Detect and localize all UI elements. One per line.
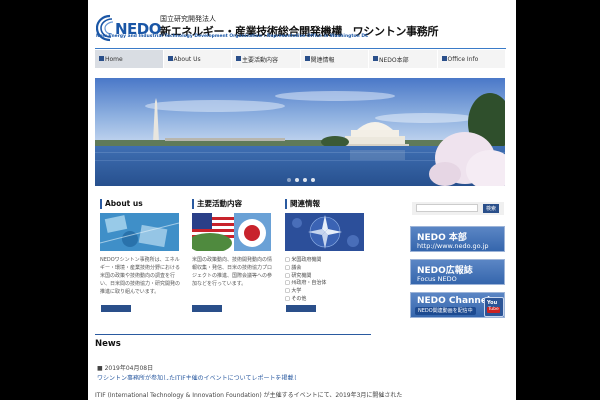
banner-subtitle: http://www.nedo.go.jp: [417, 242, 489, 250]
banner-subtitle: NEDO関連動画を配信中: [415, 307, 476, 315]
related-list-item[interactable]: □ 米国政府機関: [285, 257, 365, 265]
news-date: ■ 2019年04月08日: [97, 365, 154, 372]
site-logo[interactable]: NEDO 国立研究開発法人 新エネルギー・産業技術総合開発機構 ワシントン事務所: [96, 12, 439, 46]
nav-label: NEDO本部: [379, 56, 409, 64]
hero-slideshow[interactable]: [95, 78, 505, 186]
nav-item-nedo-hq[interactable]: NEDO本部: [369, 50, 438, 68]
search-input[interactable]: [416, 204, 478, 212]
related-image[interactable]: [285, 213, 364, 251]
nav-bullet-icon: [304, 56, 310, 61]
news-link[interactable]: ワシントン事務所が参加したITIF主催のイベントについてレポートを掲載しました: [97, 373, 297, 380]
nav-bullet-icon: [373, 56, 378, 61]
nav-item-related[interactable]: 関連情報: [301, 50, 369, 68]
related-title: 関連情報: [285, 199, 365, 209]
activities-more-button[interactable]: [192, 305, 222, 312]
related-more-button[interactable]: [286, 305, 316, 312]
activities-image[interactable]: [192, 213, 271, 251]
activities-text: 米国の政策動向、技術開発動向の情報収集・発信、日米の技術協力プロジェクトの推進、…: [192, 257, 273, 287]
related-list-item[interactable]: □ その他: [285, 296, 365, 304]
main-nav: Home About Us 主要活動内容 関連情報 NEDO本部 Office …: [95, 50, 506, 68]
nav-bullet-icon: [99, 56, 104, 61]
search-button[interactable]: 検索: [483, 204, 499, 213]
about-image[interactable]: [100, 213, 179, 251]
page: NEDO 国立研究開発法人 新エネルギー・産業技術総合開発機構 ワシントン事務所…: [88, 0, 516, 400]
slide-indicators: [287, 178, 315, 182]
search-area: 検索: [412, 202, 504, 215]
nav-label: 関連情報: [310, 56, 335, 64]
about-column: About us NEDOワシントン事務所は、エネルギー・環境・産業技術分野にお…: [100, 199, 180, 296]
activities-column: 主要活動内容 米国の政策動向、技術開発動向の情報収集・発信、日米の技術協力プロジ…: [192, 199, 272, 288]
news-title: News: [95, 339, 121, 349]
slide-dot-active[interactable]: [295, 178, 299, 182]
slide-dot[interactable]: [311, 178, 315, 182]
about-more-button[interactable]: [101, 305, 131, 312]
hero-image-washington: [95, 78, 505, 186]
related-list-item[interactable]: □ 大学: [285, 288, 365, 296]
nav-label: Office Info: [447, 55, 479, 63]
nedo-channel-banner[interactable]: NEDO Channel NEDO関連動画を配信中 You Tube: [410, 292, 505, 318]
nav-item-home[interactable]: Home: [95, 50, 164, 68]
about-title: About us: [100, 199, 180, 209]
news-body: ITIF (International Technology & Innovat…: [95, 392, 403, 399]
nav-label: 主要活動内容: [242, 56, 279, 64]
nav-item-office-info[interactable]: Office Info: [438, 50, 506, 68]
nedo-hq-banner[interactable]: NEDO 本部 http://www.nedo.go.jp: [410, 226, 505, 252]
news-divider: [95, 334, 371, 335]
nav-bullet-icon: [167, 56, 173, 61]
nav-label: About Us: [173, 55, 201, 63]
slide-dot[interactable]: [287, 178, 291, 182]
org-english-name: New Energy and Industrial Technology Dev…: [96, 34, 369, 39]
nav-label: Home: [105, 55, 123, 63]
nav-bullet-icon: [441, 56, 447, 61]
banner-subtitle: Focus NEDO: [417, 275, 457, 283]
nav-item-about-us[interactable]: About Us: [164, 50, 232, 68]
header-divider: [95, 48, 506, 49]
related-column: 関連情報 □ 米国政府機関 □ 議会 □ 研究機関 □ 州政府・自治体 □ 大学…: [285, 199, 365, 304]
focus-nedo-banner[interactable]: NEDO広報誌 Focus NEDO: [410, 259, 505, 285]
banner-title: NEDO Channel: [417, 296, 491, 306]
youtube-icon: You Tube: [484, 297, 504, 317]
about-text: NEDOワシントン事務所は、エネルギー・環境・産業技術分野における米国の政策や技…: [100, 257, 181, 295]
activities-title: 主要活動内容: [192, 199, 272, 209]
related-list-item[interactable]: □ 議会: [285, 265, 365, 273]
related-list: □ 米国政府機関 □ 議会 □ 研究機関 □ 州政府・自治体 □ 大学 □ その…: [285, 257, 365, 304]
slide-dot[interactable]: [303, 178, 307, 182]
nav-bullet-icon: [236, 56, 241, 61]
nav-item-activities[interactable]: 主要活動内容: [232, 50, 301, 68]
